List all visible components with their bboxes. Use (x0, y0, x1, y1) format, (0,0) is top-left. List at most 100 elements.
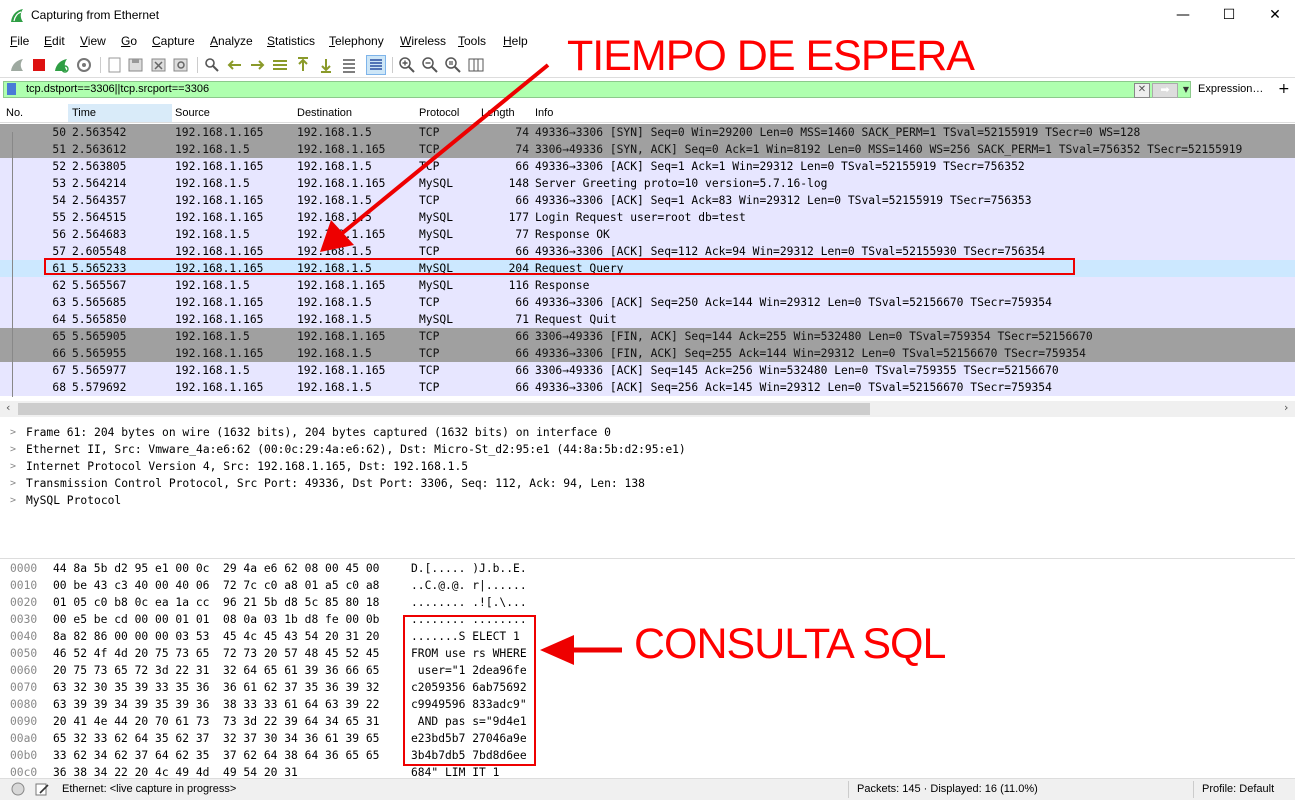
menu-file[interactable]: File (10, 34, 29, 48)
column-time[interactable]: Time (72, 107, 96, 119)
packet-cell-proto: MySQL (419, 211, 454, 224)
open-file-icon[interactable] (106, 56, 124, 74)
find-packet-icon[interactable] (203, 56, 221, 74)
packet-row[interactable]: 51 2.563612 192.168.1.5 192.168.1.165 TCP 74 3… (0, 141, 1295, 158)
packet-row[interactable]: 50 2.563542 192.168.1.165 192.168.1.5 TCP 74 4… (0, 124, 1295, 141)
close-button[interactable]: ✕ (1252, 0, 1295, 30)
zoom-out-icon[interactable] (421, 56, 439, 74)
filter-history-dropdown[interactable]: ▼ (1180, 83, 1192, 96)
go-forward-icon[interactable] (248, 56, 266, 74)
packet-row[interactable]: 68 5.579692 192.168.1.165 192.168.1.5 TCP 66 4… (0, 379, 1295, 396)
packet-cell-time: 5.579692 (72, 381, 127, 394)
resize-columns-icon[interactable] (467, 56, 485, 74)
expand-arrow-icon[interactable]: > (10, 424, 16, 441)
packet-row[interactable]: 65 5.565905 192.168.1.5 192.168.1.165 TCP 66 3… (0, 328, 1295, 345)
save-file-icon[interactable] (127, 56, 145, 74)
packet-row[interactable]: 62 5.565567 192.168.1.5 192.168.1.165 MySQL 1… (0, 277, 1295, 294)
expand-arrow-icon[interactable]: > (10, 458, 16, 475)
packet-cell-time: 2.564357 (72, 194, 127, 207)
scrollbar-thumb[interactable] (18, 403, 870, 415)
comment-edit-icon[interactable] (34, 781, 50, 797)
menu-edit[interactable]: Edit (44, 34, 65, 48)
display-filter-input[interactable]: tcp.dstport==3306||tcp.srcport==3306 (3, 81, 1191, 98)
byte-offset: 0020 (10, 596, 38, 609)
packet-list-header: No. Time Source Destination Protocol Len… (0, 104, 1295, 123)
packet-row[interactable]: 52 2.563805 192.168.1.165 192.168.1.5 TCP 66 4… (0, 158, 1295, 175)
packet-cell-info: Login Request user=root db=test (535, 211, 746, 224)
go-to-packet-icon[interactable] (271, 56, 289, 74)
packet-row[interactable]: 64 5.565850 192.168.1.165 192.168.1.5 MySQL 7… (0, 311, 1295, 328)
title-bar: Capturing from Ethernet — ☐ ✕ (0, 0, 1295, 32)
menu-go[interactable]: Go (121, 34, 137, 48)
packet-row[interactable]: 54 2.564357 192.168.1.165 192.168.1.5 TCP 66 4… (0, 192, 1295, 209)
menu-capture[interactable]: Capture (152, 34, 195, 48)
packet-row[interactable]: 56 2.564683 192.168.1.5 192.168.1.165 MySQL 7… (0, 226, 1295, 243)
packet-row[interactable]: 53 2.564214 192.168.1.5 192.168.1.165 MySQL 1… (0, 175, 1295, 192)
column-source[interactable]: Source (175, 107, 210, 119)
column-destination[interactable]: Destination (297, 107, 352, 119)
packet-cell-dst: 192.168.1.5 (297, 296, 372, 309)
restart-capture-icon[interactable] (52, 56, 70, 74)
menu-statistics[interactable]: Statistics (267, 34, 315, 48)
colorize-icon[interactable] (366, 55, 386, 75)
packet-cell-info: 49336→3306 [ACK] Seq=1 Ack=83 Win=29312 … (535, 194, 1032, 207)
start-capture-icon[interactable] (8, 56, 26, 74)
add-filter-button[interactable]: + (1278, 81, 1290, 97)
packet-cell-src: 192.168.1.165 (175, 160, 264, 173)
bookmark-icon[interactable] (7, 83, 16, 95)
expand-arrow-icon[interactable]: > (10, 475, 16, 492)
menu-view[interactable]: View (80, 34, 106, 48)
packet-cell-no: 56 (52, 228, 66, 241)
display-filter-bar: tcp.dstport==3306||tcp.srcport==3306 (0, 80, 1295, 100)
zoom-normal-icon[interactable] (444, 56, 462, 74)
column-length[interactable]: Length (481, 107, 515, 119)
autoscroll-icon[interactable] (340, 56, 358, 74)
menu-tools[interactable]: Tools (458, 34, 486, 48)
expand-arrow-icon[interactable]: > (10, 492, 16, 509)
menu-telephony[interactable]: Telephony (329, 34, 384, 48)
packet-cell-src: 192.168.1.165 (175, 296, 264, 309)
apply-filter-button[interactable]: ➡ (1152, 83, 1178, 98)
maximize-button[interactable]: ☐ (1206, 0, 1252, 30)
packet-row[interactable]: 66 5.565955 192.168.1.165 192.168.1.5 TCP 66 4… (0, 345, 1295, 362)
expand-arrow-icon[interactable]: > (10, 441, 16, 458)
first-packet-icon[interactable] (294, 56, 312, 74)
last-packet-icon[interactable] (317, 56, 335, 74)
menu-help[interactable]: Help (503, 34, 528, 48)
packet-cell-len: 74 (515, 126, 529, 139)
packet-list-hscrollbar[interactable]: ‹ › (0, 401, 1295, 417)
packet-cell-src: 192.168.1.5 (175, 228, 250, 241)
column-info[interactable]: Info (535, 107, 553, 119)
column-no[interactable]: No. (6, 107, 23, 119)
packet-cell-len: 77 (515, 228, 529, 241)
zoom-in-icon[interactable] (398, 56, 416, 74)
close-file-icon[interactable] (150, 56, 168, 74)
packet-cell-no: 62 (52, 279, 66, 292)
packet-row[interactable]: 63 5.565685 192.168.1.165 192.168.1.5 TCP 66 4… (0, 294, 1295, 311)
clear-filter-button[interactable]: ✕ (1134, 83, 1150, 98)
minimize-button[interactable]: — (1160, 0, 1206, 30)
reload-file-icon[interactable] (172, 56, 190, 74)
byte-hex: 20 75 73 65 72 3d 22 31 32 64 65 61 39 3… (53, 664, 380, 677)
stop-capture-icon[interactable] (30, 56, 48, 74)
packet-cell-src: 192.168.1.165 (175, 211, 264, 224)
expression-button[interactable]: Expression… (1198, 83, 1263, 95)
packet-cell-no: 50 (52, 126, 66, 139)
menu-analyze[interactable]: Analyze (210, 34, 253, 48)
byte-hex: 44 8a 5b d2 95 e1 00 0c 29 4a e6 62 08 0… (53, 562, 380, 575)
menu-wireless[interactable]: Wireless (400, 34, 446, 48)
packet-cell-info: 3306→49336 [SYN, ACK] Seq=0 Ack=1 Win=81… (535, 143, 1243, 156)
packet-row[interactable]: 55 2.564515 192.168.1.165 192.168.1.5 MySQL 1… (0, 209, 1295, 226)
column-protocol[interactable]: Protocol (419, 107, 459, 119)
ready-status-icon[interactable] (11, 782, 25, 796)
packet-cell-no: 55 (52, 211, 66, 224)
packet-cell-info: 49336→3306 [ACK] Seq=1 Ack=1 Win=29312 L… (535, 160, 1025, 173)
go-back-icon[interactable] (226, 56, 244, 74)
scroll-left-icon[interactable]: ‹ (6, 401, 10, 414)
capture-options-icon[interactable] (75, 56, 93, 74)
packet-cell-time: 5.565685 (72, 296, 127, 309)
profile-text[interactable]: Profile: Default (1202, 783, 1274, 795)
scroll-right-icon[interactable]: › (1284, 401, 1288, 414)
packet-cell-len: 66 (515, 347, 529, 360)
packet-row[interactable]: 67 5.565977 192.168.1.5 192.168.1.165 TCP 66 3… (0, 362, 1295, 379)
